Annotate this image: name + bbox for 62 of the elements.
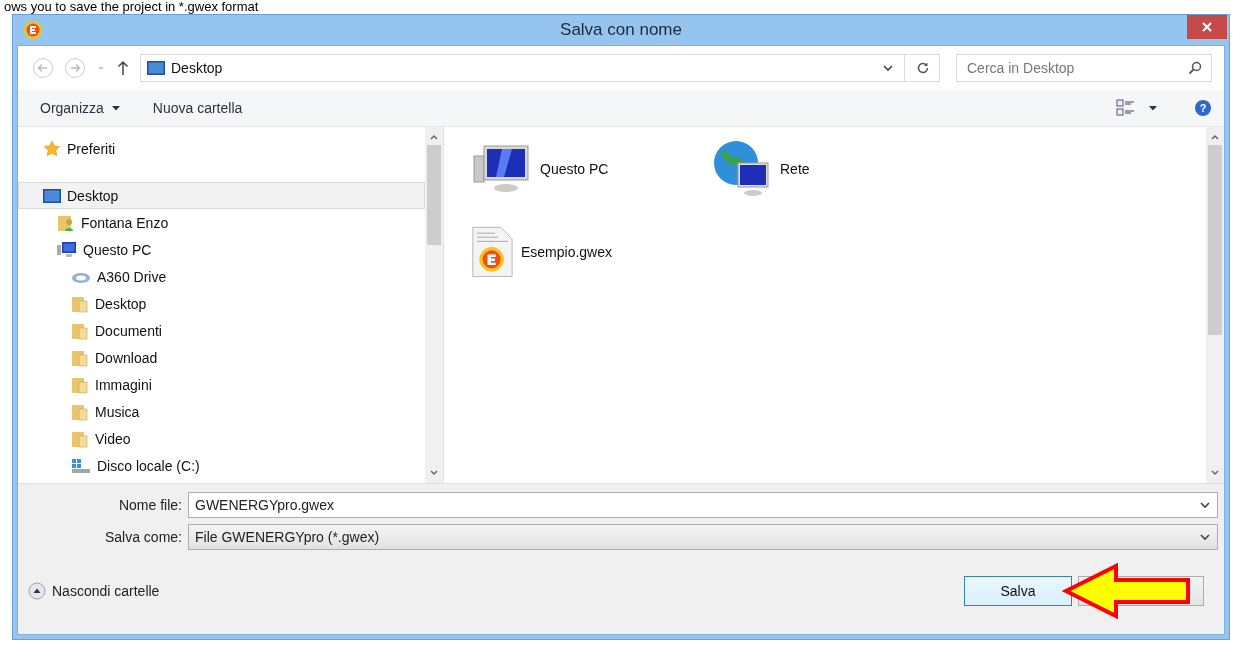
globe-computer-icon bbox=[712, 139, 772, 199]
folder-icon bbox=[71, 402, 89, 421]
nav-item[interactable]: Musica bbox=[18, 398, 425, 425]
close-button[interactable] bbox=[1187, 15, 1227, 39]
file-type-dropdown[interactable]: File GWENERGYpro (*.gwex) bbox=[188, 524, 1218, 550]
nav-item[interactable]: A360 Drive bbox=[18, 263, 425, 290]
desktop-icon bbox=[43, 188, 61, 203]
folder-icon bbox=[71, 375, 89, 394]
collapse-icon bbox=[28, 582, 46, 600]
nav-item[interactable]: Disco locale (C:) bbox=[18, 452, 425, 479]
nav-item[interactable]: Desktop bbox=[18, 182, 425, 209]
folder-icon bbox=[71, 348, 89, 367]
user-folder-icon bbox=[57, 213, 75, 232]
nav-item[interactable]: Documenti bbox=[18, 317, 425, 344]
scroll-up-icon[interactable] bbox=[1210, 133, 1220, 141]
new-folder-button[interactable]: Nuova cartella bbox=[142, 96, 253, 120]
chevron-down-icon[interactable] bbox=[1199, 500, 1211, 510]
desktop-icon bbox=[147, 61, 165, 75]
organize-menu-button[interactable]: Organizza bbox=[30, 96, 131, 120]
scrollbar-thumb[interactable] bbox=[1208, 145, 1222, 335]
nav-item[interactable]: Immagini bbox=[18, 371, 425, 398]
nav-item[interactable]: Download bbox=[18, 344, 425, 371]
file-name-field[interactable]: GWENERGYpro.gwex bbox=[188, 492, 1218, 518]
caret-icon bbox=[110, 104, 121, 112]
file-item[interactable]: Esempio.gwex bbox=[472, 221, 612, 283]
caret-icon[interactable] bbox=[1148, 104, 1158, 112]
up-arrow-icon[interactable] bbox=[116, 60, 130, 76]
file-item[interactable]: Rete bbox=[712, 139, 852, 199]
computer-icon bbox=[57, 240, 77, 259]
folder-icon bbox=[71, 429, 89, 448]
close-icon bbox=[1201, 21, 1213, 33]
caption-text: ows you to save the project in *.gwex format bbox=[3, 0, 260, 14]
chevron-down-icon[interactable] bbox=[882, 63, 894, 73]
view-options-icon[interactable] bbox=[1116, 99, 1136, 117]
nav-item[interactable]: Video bbox=[18, 425, 425, 452]
chevron-down-icon bbox=[1199, 532, 1211, 542]
app-logo-icon bbox=[23, 20, 43, 40]
file-type-label: Salva come: bbox=[103, 529, 183, 545]
folder-icon bbox=[71, 294, 89, 313]
search-field[interactable]: Cerca in Desktop bbox=[956, 54, 1212, 82]
scroll-down-icon[interactable] bbox=[429, 469, 439, 477]
folder-icon bbox=[71, 321, 89, 340]
scroll-up-icon[interactable] bbox=[429, 133, 439, 141]
address-bar[interactable]: Desktop bbox=[140, 54, 940, 82]
nav-item[interactable]: Fontana Enzo bbox=[18, 209, 425, 236]
scroll-down-icon[interactable] bbox=[1210, 469, 1220, 477]
scrollbar[interactable] bbox=[425, 127, 443, 483]
help-icon[interactable]: ? bbox=[1194, 99, 1212, 117]
nav-item[interactable]: Desktop bbox=[18, 290, 425, 317]
file-name-label: Nome file: bbox=[117, 497, 183, 513]
scrollbar[interactable] bbox=[1206, 127, 1224, 483]
star-icon bbox=[43, 139, 61, 158]
drive-icon bbox=[71, 457, 91, 474]
save-button[interactable]: Salva bbox=[964, 576, 1072, 606]
file-item[interactable]: Questo PC bbox=[472, 139, 612, 199]
hide-folders-button[interactable]: Nascondi cartelle bbox=[28, 582, 160, 600]
nav-item[interactable]: Questo PC bbox=[18, 236, 425, 263]
nav-item[interactable]: Preferiti bbox=[18, 135, 425, 162]
refresh-icon[interactable] bbox=[915, 60, 931, 76]
scrollbar-thumb[interactable] bbox=[427, 145, 441, 245]
search-icon bbox=[1188, 61, 1202, 75]
window-title: Salva con nome bbox=[560, 20, 682, 40]
